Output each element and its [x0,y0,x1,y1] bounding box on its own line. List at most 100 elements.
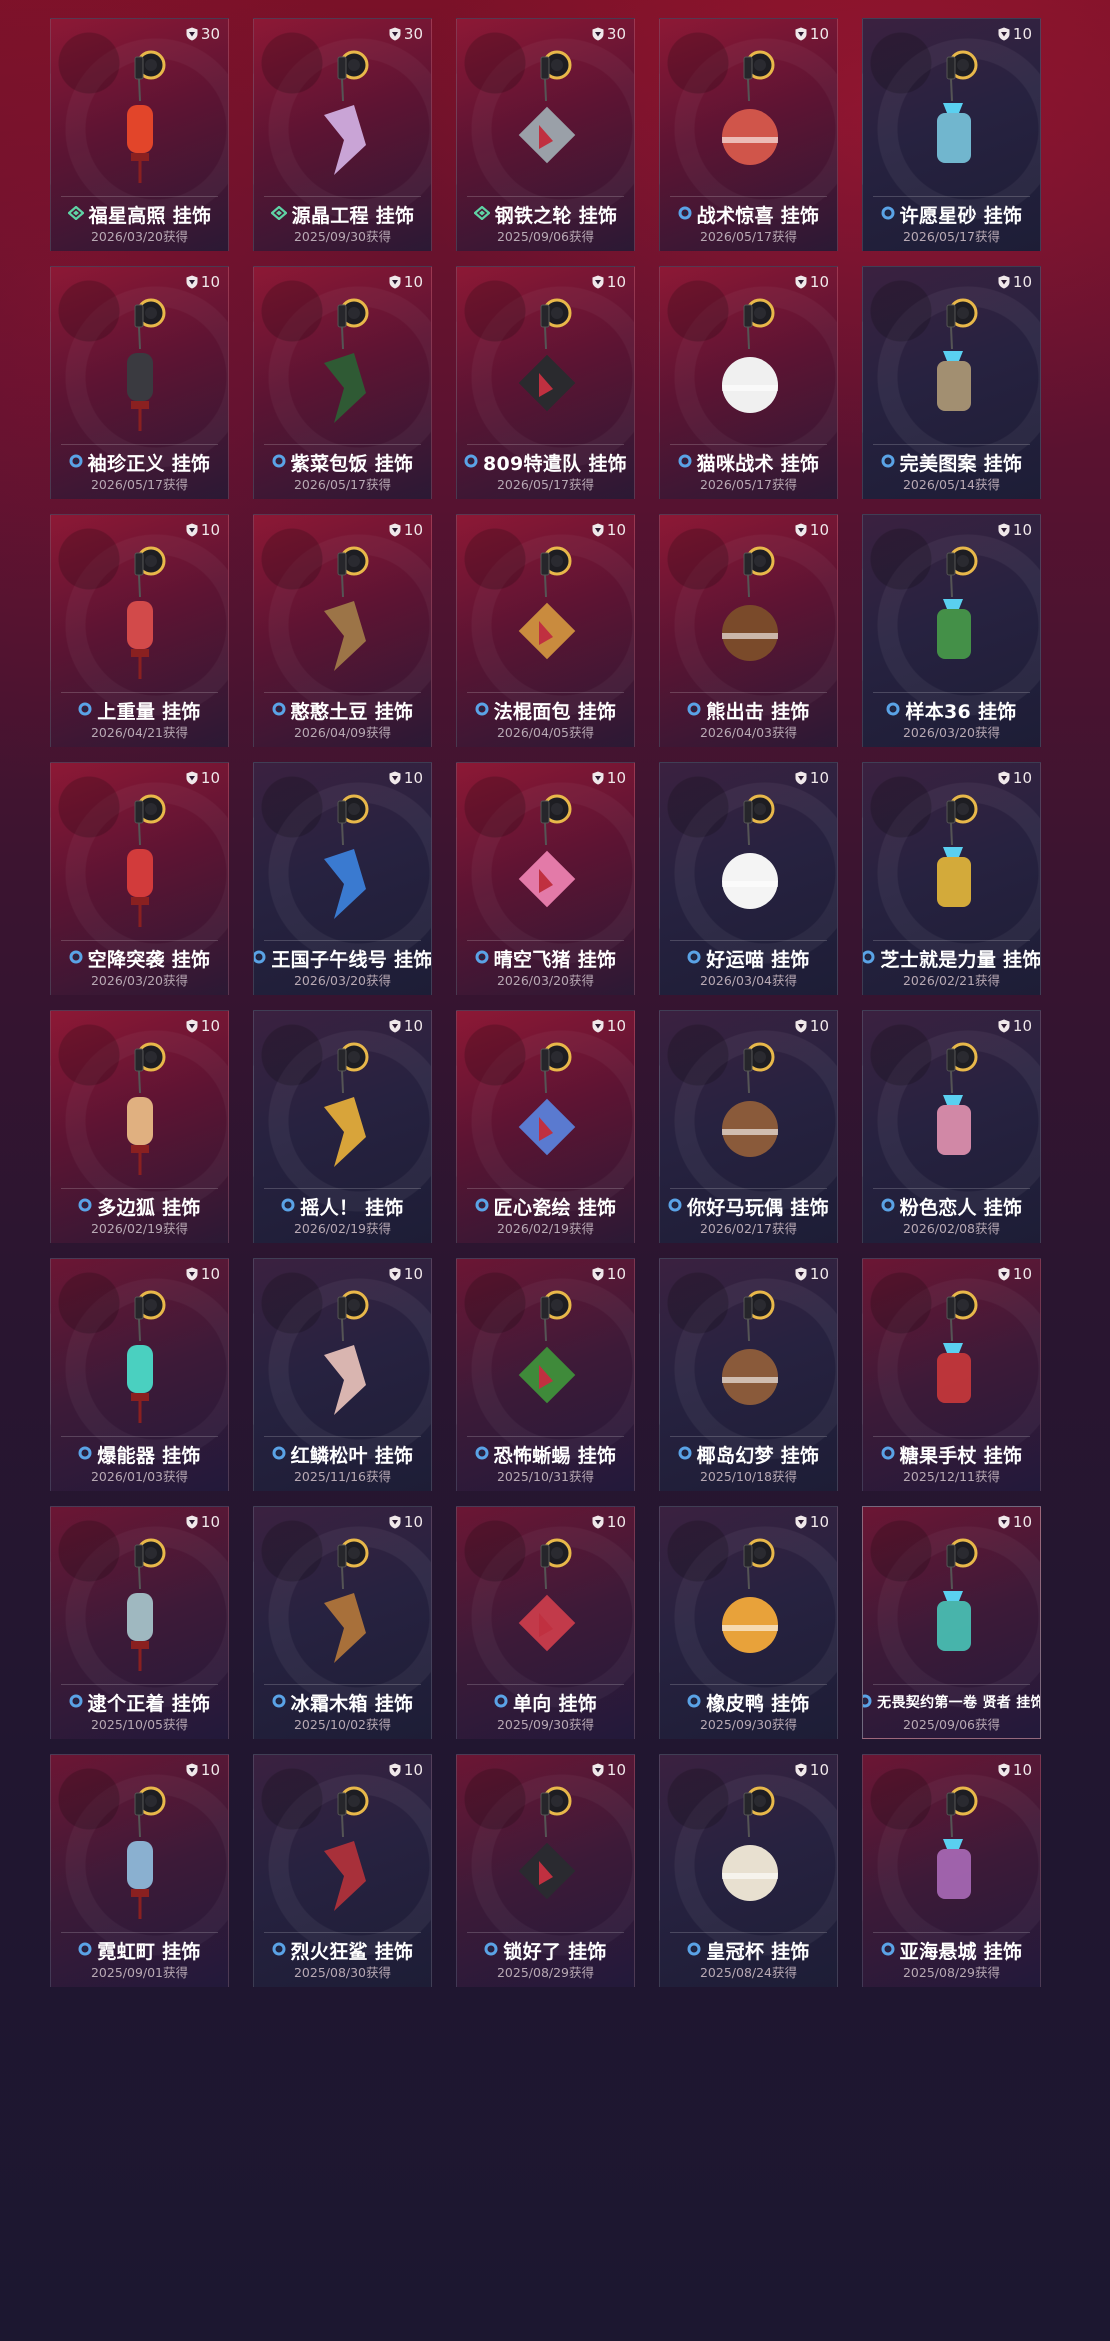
points-value: 10 [809,521,829,539]
charm-card[interactable]: 10 上重量 挂饰 2026/04/21获得 [50,514,229,747]
card-divider [873,1932,1030,1933]
charm-card[interactable]: 10 糖果手杖 挂饰 2025/12/11获得 [862,1258,1041,1491]
steel-tag-icon [457,45,634,195]
charm-card[interactable]: 10 猫咪战术 挂饰 2026/05/17获得 [659,266,838,499]
charm-card[interactable]: 10 你好马玩偶 挂饰 2026/02/17获得 [659,1010,838,1243]
charm-card[interactable]: 10 烈火狂鲨 挂饰 2025/08/30获得 [253,1754,432,1987]
charm-name: 样本36 挂饰 [905,700,1017,723]
tier-gem-green-icon [66,205,85,224]
charm-name: 皇冠杯 挂饰 [706,1940,810,1963]
neon-city-icon [51,1781,228,1931]
charm-name: 橡皮鸭 挂饰 [706,1692,810,1715]
charm-card[interactable]: 10 809特遣队 挂饰 2026/05/17获得 [456,266,635,499]
tier-circle-blue-icon [272,701,286,720]
charm-card[interactable]: 10 锁好了 挂饰 2025/08/29获得 [456,1754,635,1987]
charm-card[interactable]: 10 多边狐 挂饰 2026/02/19获得 [50,1010,229,1243]
charm-card[interactable]: 10 亚海悬城 挂饰 2025/08/29获得 [862,1754,1041,1987]
shield-icon [795,1515,807,1529]
charm-card[interactable]: 10 样本36 挂饰 2026/03/20获得 [862,514,1041,747]
card-divider [467,692,624,693]
acquired-date: 2025/10/18获得 [699,1469,798,1484]
charm-name: 椰岛幻梦 挂饰 [696,1444,820,1467]
charm-name: 源晶工程 挂饰 [291,204,415,227]
points-badge: 30 [592,25,626,43]
charm-card[interactable]: 10 憨憨土豆 挂饰 2026/04/09获得 [253,514,432,747]
charm-name-row: 战术惊喜 挂饰 [660,202,837,227]
tier-circle-blue-icon [494,1693,508,1712]
acquired-date: 2026/04/21获得 [90,725,189,740]
acquired-date: 2026/03/04获得 [699,973,798,988]
charm-name-row: 芝士就是力量 挂饰 [863,946,1040,971]
charm-card[interactable]: 30 钢铁之轮 挂饰 2025/09/06获得 [456,18,635,251]
tier-circle-blue-icon [69,949,83,968]
tier-circle-blue-icon [484,1941,498,1960]
card-divider [670,196,827,197]
card-divider [467,1188,624,1189]
charm-card[interactable]: 10 许愿星砂 挂饰 2026/05/17获得 [862,18,1041,251]
charm-card[interactable]: 10 皇冠杯 挂饰 2025/08/24获得 [659,1754,838,1987]
points-badge: 10 [795,769,829,787]
charm-card[interactable]: 10 匠心瓷绘 挂饰 2026/02/19获得 [456,1010,635,1243]
shield-icon [186,523,198,537]
charm-card[interactable]: 10 晴空飞猪 挂饰 2026/03/20获得 [456,762,635,995]
charm-card[interactable]: 10 椰岛幻梦 挂饰 2025/10/18获得 [659,1258,838,1491]
charm-card[interactable]: 10 摇人！ 挂饰 2026/02/19获得 [253,1010,432,1243]
points-badge: 10 [389,1761,423,1779]
card-divider [61,1684,218,1685]
charm-card[interactable]: 10 粉色恋人 挂饰 2026/02/08获得 [862,1010,1041,1243]
acquired-date: 2026/05/17获得 [699,477,798,492]
charm-card[interactable]: 30 源晶工程 挂饰 2025/09/30获得 [253,18,432,251]
charm-card[interactable]: 10 逮个正着 挂饰 2025/10/05获得 [50,1506,229,1739]
charm-card[interactable]: 10 战术惊喜 挂饰 2026/05/17获得 [659,18,838,251]
charm-card[interactable]: 10 恐怖蜥蜴 挂饰 2025/10/31获得 [456,1258,635,1491]
charm-card[interactable]: 10 芝士就是力量 挂饰 2026/02/21获得 [862,762,1041,995]
tier-circle-blue-icon [863,1693,872,1712]
card-divider [873,444,1030,445]
card-divider [467,196,624,197]
charm-card[interactable]: 10 完美图案 挂饰 2026/05/14获得 [862,266,1041,499]
shield-icon [795,1763,807,1777]
charm-card[interactable]: 10 熊出击 挂饰 2026/04/03获得 [659,514,838,747]
charm-card[interactable]: 10 冰霜木箱 挂饰 2025/10/02获得 [253,1506,432,1739]
charm-card[interactable]: 10 紫菜包饭 挂饰 2026/05/17获得 [253,266,432,499]
points-value: 10 [809,1265,829,1283]
charm-name-row: 完美图案 挂饰 [863,450,1040,475]
points-badge: 10 [795,1513,829,1531]
charm-card[interactable]: 10 空降突袭 挂饰 2026/03/20获得 [50,762,229,995]
shield-icon [186,275,198,289]
points-value: 10 [200,1265,220,1283]
shield-icon [592,1515,604,1529]
charm-card[interactable]: 10 霓虹町 挂饰 2025/09/01获得 [50,1754,229,1987]
charm-card[interactable]: 30 福星高照 挂饰 2026/03/20获得 [50,18,229,251]
charm-card[interactable]: 10 袖珍正义 挂饰 2026/05/17获得 [50,266,229,499]
porcelain-teapot-icon [457,1037,634,1187]
charm-card[interactable]: 10 爆能器 挂饰 2026/01/03获得 [50,1258,229,1491]
charm-name: 战术惊喜 挂饰 [696,204,820,227]
charm-card[interactable]: 10 单向 挂饰 2025/09/30获得 [456,1506,635,1739]
card-divider [670,1188,827,1189]
tier-gem-green-icon [269,205,288,224]
acquired-date: 2026/02/19获得 [90,1221,189,1236]
points-value: 10 [1012,1265,1032,1283]
charm-name: 恐怖蜥蜴 挂饰 [493,1444,617,1467]
charm-card[interactable]: 10 法棍面包 挂饰 2026/04/05获得 [456,514,635,747]
charm-card[interactable]: 10 无畏契约第一卷 贤者 挂饰 2025/09/06获得 [862,1506,1041,1739]
charm-card[interactable]: 10 橡皮鸭 挂饰 2025/09/30获得 [659,1506,838,1739]
tier-circle-blue-icon [281,1197,295,1216]
charm-card[interactable]: 10 红鳞松叶 挂饰 2025/11/16获得 [253,1258,432,1491]
charm-name: 粉色恋人 挂饰 [899,1196,1023,1219]
road-sign-icon [457,1533,634,1683]
points-badge: 30 [186,25,220,43]
charm-name-row: 憨憨土豆 挂饰 [254,698,431,723]
charm-name: 霓虹町 挂饰 [97,1940,201,1963]
charm-card[interactable]: 10 好运喵 挂饰 2026/03/04获得 [659,762,838,995]
charm-name: 你好马玩偶 挂饰 [686,1196,829,1219]
charm-card[interactable]: 10 王国子午线号 挂饰 2026/03/20获得 [253,762,432,995]
charm-name: 王国子午线号 挂饰 [271,948,432,971]
points-value: 10 [403,1265,423,1283]
card-divider [264,444,421,445]
charm-name-row: 皇冠杯 挂饰 [660,1938,837,1963]
shield-icon [389,523,401,537]
energy-cell-icon [51,1285,228,1435]
points-badge: 10 [389,521,423,539]
